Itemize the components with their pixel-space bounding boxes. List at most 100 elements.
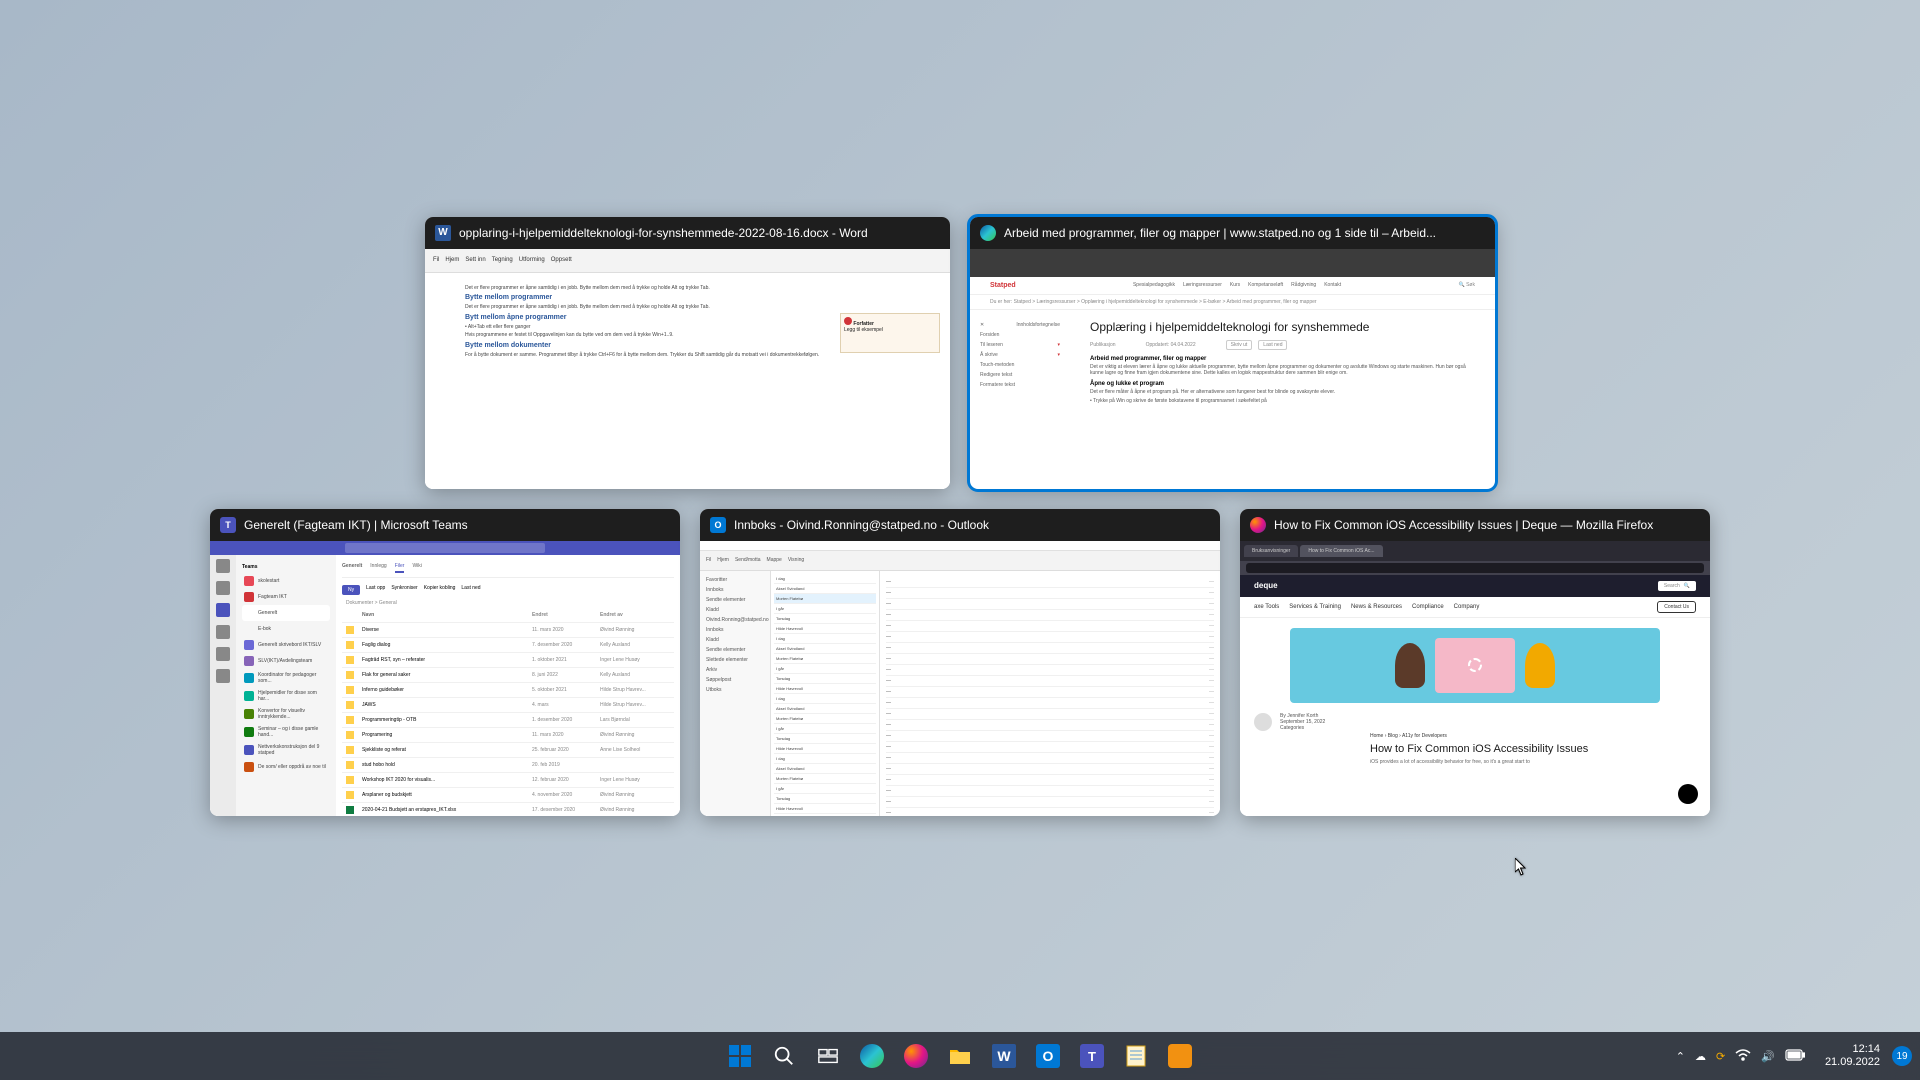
notification-center[interactable]: 19 — [1892, 1046, 1912, 1066]
toc-0: Forsiden — [980, 330, 1060, 340]
file-row: Fagtråd RST, syn – referater1. oktober 2… — [342, 653, 674, 668]
file-date: 8. juni 2022 — [532, 672, 592, 678]
taskbar-outlook[interactable]: O — [1028, 1036, 1068, 1076]
team-badge-icon — [244, 727, 254, 737]
teams-tabs: Generelt Innlegg Filer Wiki — [342, 561, 674, 578]
toolbar-new: Ny — [342, 585, 360, 595]
folder-item: Innboks — [704, 585, 766, 595]
categories-label: Categories — [1280, 725, 1325, 731]
wifi-icon[interactable] — [1735, 1049, 1751, 1064]
channel-item: Generelt skrivebord IKT/SLV — [242, 637, 330, 653]
toc-1-text: Til leseren — [980, 342, 1003, 348]
row-meta: — — [1209, 777, 1214, 783]
row-text: — — [886, 623, 1199, 629]
edge-icon — [980, 225, 996, 241]
team-badge-icon — [244, 640, 254, 650]
folder-item: Sendte elementer — [704, 595, 766, 605]
row-text: — — [886, 810, 1199, 816]
reading-row: —— — [886, 577, 1214, 588]
hero-person-right-icon — [1525, 643, 1555, 688]
team-badge-icon — [244, 709, 254, 719]
channel-item: Hjelpemidler for disse som har... — [242, 687, 330, 705]
taskbar-word[interactable]: W — [984, 1036, 1024, 1076]
channel-item: Nettverkskonstruksjon del 9 statped — [242, 741, 330, 759]
window-word[interactable]: W opplaring-i-hjelpemiddelteknologi-for-… — [425, 217, 950, 489]
file-row: Faglig dialog7. desember 2020Kelly Ausla… — [342, 638, 674, 653]
dnav-0: axe Tools — [1254, 604, 1279, 610]
window-firefox[interactable]: How to Fix Common iOS Accessibility Issu… — [1240, 509, 1710, 816]
systray[interactable]: ⌃ ☁ ⟳ 🔊 — [1668, 1049, 1813, 1064]
search-button[interactable] — [764, 1036, 804, 1076]
author-date: September 15, 2022 — [1280, 719, 1325, 725]
taskbar-edge[interactable] — [852, 1036, 892, 1076]
folder-item: Favoritter — [704, 575, 766, 585]
nav-2: Kurs — [1230, 282, 1240, 288]
reading-row: —— — [886, 775, 1214, 786]
clock[interactable]: 12:14 21.09.2022 — [1817, 1043, 1888, 1069]
channel-name: Nettverkskonstruksjon del 9 statped — [258, 744, 328, 756]
taskbar-firefox[interactable] — [896, 1036, 936, 1076]
onedrive-icon[interactable]: ☁ — [1695, 1050, 1706, 1063]
time-text: 12:14 — [1825, 1043, 1880, 1056]
outlook-content: Fil Hjem Send/motta Mappe Visning Favori… — [700, 541, 1220, 816]
start-button[interactable] — [720, 1036, 760, 1076]
file-row: Programering11. mars 2020Øivind Rønning — [342, 728, 674, 743]
dnav-3: Compliance — [1412, 604, 1444, 610]
file-date: 20. feb 2019 — [532, 762, 592, 768]
sync-icon[interactable]: ⟳ — [1716, 1050, 1725, 1063]
toc-0-text: Forsiden — [980, 332, 999, 338]
toc-header-text: Innholdsfortegnelse — [1016, 322, 1060, 328]
reading-row: —— — [886, 753, 1214, 764]
volume-icon[interactable]: 🔊 — [1761, 1050, 1775, 1063]
task-view-overlay: W opplaring-i-hjelpemiddelteknologi-for-… — [0, 0, 1920, 1032]
window-edge[interactable]: Arbeid med programmer, filer og mapper |… — [970, 217, 1495, 489]
taskbar-explorer[interactable] — [940, 1036, 980, 1076]
row-text: — — [886, 722, 1199, 728]
outlook-titlebar: O Innboks - Oivind.Ronning@statped.no - … — [700, 509, 1220, 541]
download-button: Last ned — [1258, 340, 1287, 350]
rail-calendar-icon — [216, 625, 230, 639]
deque-logo: deque — [1254, 581, 1278, 590]
teams-icon: T — [220, 517, 236, 533]
ribbon-draw: Tegning — [492, 257, 513, 263]
article-p2: Det er flere måter å åpne et program på.… — [1090, 389, 1475, 396]
tab-files: Filer — [395, 563, 405, 573]
task-view-button[interactable] — [808, 1036, 848, 1076]
file-date: 1. desember 2020 — [532, 717, 592, 723]
window-teams[interactable]: T Generelt (Fagteam IKT) | Microsoft Tea… — [210, 509, 680, 816]
ol-ribbon-4: Visning — [788, 557, 804, 563]
ribbon-design: Utforming — [519, 257, 545, 263]
col-name: Navn — [362, 612, 524, 618]
file-date: 5. oktober 2021 — [532, 687, 592, 693]
edge-page-header: Statped Spesialpedagogikk Læringsressurs… — [970, 277, 1495, 295]
reading-row: —— — [886, 610, 1214, 621]
word-content: Fil Hjem Sett inn Tegning Utforming Opps… — [425, 249, 950, 489]
file-owner: Hilde Strup Havrev... — [600, 702, 670, 708]
window-outlook[interactable]: O Innboks - Oivind.Ronning@statped.no - … — [700, 509, 1220, 816]
taskbar-notepad[interactable] — [1116, 1036, 1156, 1076]
file-header-row: Navn Endret Endret av — [342, 608, 674, 623]
channel-name: Seminar – og i disse gamle hand... — [258, 726, 328, 738]
reading-row: —— — [886, 731, 1214, 742]
row-text: — — [886, 788, 1199, 794]
tab-general: Generelt — [342, 563, 362, 573]
teams-channels: Teams skolestartFagteam IKTGenereltE-bok… — [236, 555, 336, 816]
taskbar-center: W O T — [720, 1036, 1200, 1076]
row-meta: — — [1209, 612, 1214, 618]
reading-row: —— — [886, 797, 1214, 808]
taskbar-app[interactable] — [1160, 1036, 1200, 1076]
row-bottom: T Generelt (Fagteam IKT) | Microsoft Tea… — [210, 509, 1710, 816]
taskbar-teams[interactable]: T — [1072, 1036, 1112, 1076]
reading-row: —— — [886, 654, 1214, 665]
battery-icon[interactable] — [1785, 1049, 1805, 1064]
meta-actions: Skriv ut Last ned — [1226, 340, 1288, 350]
toc-2: Å skrive▾ — [980, 350, 1060, 360]
chevron-up-icon[interactable]: ⌃ — [1676, 1050, 1685, 1063]
file-date: 7. desember 2020 — [532, 642, 592, 648]
word-document: Det er flere programmer er åpne samtidig… — [425, 273, 950, 489]
file-owner: Inger Lene Husøy — [600, 777, 670, 783]
message-item: Hilde Havrevoll — [774, 804, 876, 814]
row-meta: — — [1209, 623, 1214, 629]
message-item: I dag — [774, 754, 876, 764]
edge-search: 🔍 Søk — [1458, 282, 1475, 288]
